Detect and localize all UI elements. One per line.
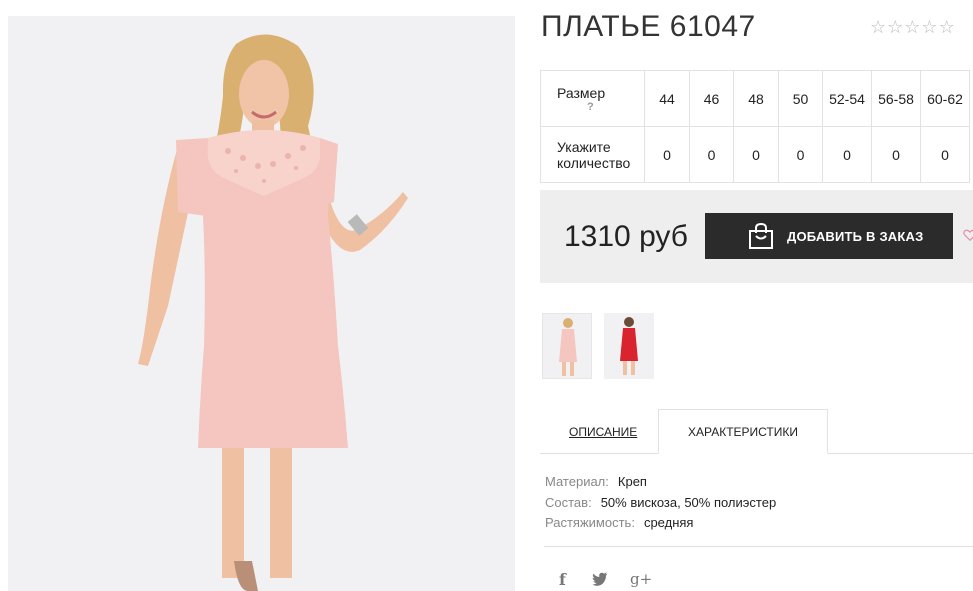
spec-row: Состав: 50% вискоза, 50% полиэстер	[545, 493, 776, 514]
google-plus-icon[interactable]: g+	[630, 570, 652, 588]
size-row: Размер ? 44 46 48 50 52-54 56-58 60-62	[540, 70, 970, 127]
quantity-input[interactable]: 0	[689, 126, 734, 183]
quantity-input[interactable]: 0	[778, 126, 823, 183]
spec-value: 50% вискоза, 50% полиэстер	[600, 494, 777, 510]
star-icon[interactable]: ☆	[887, 18, 903, 36]
quantity-input[interactable]: 0	[920, 126, 970, 183]
facebook-icon[interactable]: f	[559, 570, 566, 589]
quantity-input[interactable]: 0	[871, 126, 921, 183]
star-icon[interactable]: ☆	[921, 18, 937, 36]
quantity-input[interactable]: 0	[644, 126, 690, 183]
shopping-bag-icon	[749, 222, 773, 249]
spec-key: Растяжимость:	[545, 515, 635, 530]
quantity-row: Укажите количество 0 0 0 0 0 0 0	[540, 126, 970, 183]
quantity-input[interactable]: 0	[822, 126, 872, 183]
order-panel: 1310 руб ДОБАВИТЬ В ЗАКАЗ	[540, 190, 973, 283]
spec-key: Состав:	[545, 494, 592, 510]
specs-list: Материал: Креп Состав: 50% вискоза, 50% по…	[545, 472, 776, 534]
rating-stars[interactable]: ☆ ☆ ☆ ☆ ☆	[870, 18, 955, 36]
size-label-cell: Размер ?	[540, 70, 645, 127]
size-help-icon[interactable]: ?	[557, 101, 644, 113]
star-icon[interactable]: ☆	[870, 18, 886, 36]
star-icon[interactable]: ☆	[904, 18, 920, 36]
quantity-label-line1: Укажите	[557, 138, 611, 155]
tab-description[interactable]: ОПИСАНИЕ	[569, 425, 637, 439]
size-cell: 46	[689, 70, 734, 127]
size-cell: 44	[644, 70, 690, 127]
product-main-image[interactable]	[8, 16, 515, 591]
size-quantity-table: Размер ? 44 46 48 50 52-54 56-58 60-62 У…	[540, 70, 970, 183]
quantity-label-cell: Укажите количество	[540, 126, 645, 183]
social-divider	[544, 546, 973, 547]
thumbnail-pink-dress[interactable]	[542, 313, 592, 379]
size-label: Размер	[557, 84, 606, 101]
add-to-order-button[interactable]: ДОБАВИТЬ В ЗАКАЗ	[705, 213, 953, 259]
size-cell: 48	[733, 70, 779, 127]
quantity-label-line2: количество	[557, 154, 631, 171]
spec-value: средняя	[643, 515, 694, 530]
size-cell: 60-62	[920, 70, 970, 127]
quantity-input[interactable]: 0	[733, 126, 779, 183]
spec-value: Креп	[617, 474, 647, 489]
heart-icon[interactable]	[963, 224, 973, 246]
size-cell: 52-54	[822, 70, 872, 127]
size-cell: 50	[778, 70, 823, 127]
size-cell: 56-58	[871, 70, 921, 127]
add-to-order-label: ДОБАВИТЬ В ЗАКАЗ	[787, 228, 924, 244]
spec-row: Материал: Креп	[545, 472, 776, 493]
product-price: 1310 руб	[564, 220, 688, 253]
spec-key: Материал:	[545, 474, 609, 489]
tab-characteristics[interactable]: ХАРАКТЕРИСТИКИ	[658, 409, 828, 454]
spec-row: Растяжимость: средняя	[545, 513, 776, 534]
product-title: ПЛАТЬЕ 61047	[541, 10, 756, 43]
twitter-icon[interactable]	[592, 572, 608, 586]
star-icon[interactable]: ☆	[939, 18, 955, 36]
thumbnail-red-dress[interactable]	[604, 313, 654, 379]
